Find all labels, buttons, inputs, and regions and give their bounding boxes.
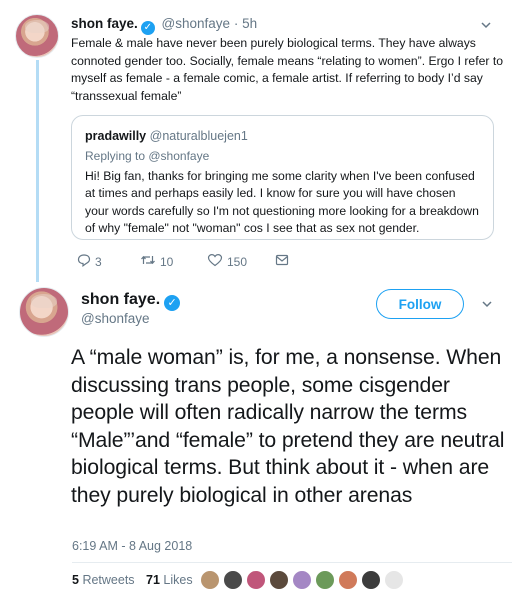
retweet-count: 5	[72, 573, 79, 587]
reply-icon	[77, 253, 91, 271]
timestamp[interactable]: 5h	[242, 16, 257, 31]
likes-label: Likes	[163, 573, 193, 587]
separator-dot: ·	[233, 16, 239, 31]
avatar[interactable]	[15, 14, 59, 58]
reply-button[interactable]: 3	[77, 253, 102, 271]
heart-icon	[207, 253, 223, 271]
likes-stat[interactable]: 71 Likes	[146, 573, 193, 587]
like-button[interactable]: 150	[207, 253, 247, 271]
retweet-icon	[140, 253, 156, 271]
display-name[interactable]: shon faye.	[81, 291, 160, 308]
handle[interactable]: @shonfaye	[81, 310, 150, 328]
liker-avatar[interactable]	[223, 570, 243, 590]
quoted-tweet-text: Hi! Big fan, thanks for bringing me some…	[85, 169, 479, 236]
tweet-timestamp[interactable]: 6:19 AM - 8 Aug 2018	[72, 538, 192, 554]
tweet-author: shon faye. ✓	[81, 290, 183, 311]
like-count: 71	[146, 573, 160, 587]
avatar[interactable]	[19, 287, 69, 337]
reply-count: 3	[95, 255, 102, 269]
liker-avatar[interactable]	[269, 570, 289, 590]
retweets-label: Retweets	[82, 573, 135, 587]
chevron-down-icon[interactable]	[479, 18, 493, 32]
liker-avatar[interactable]	[361, 570, 381, 590]
handle[interactable]: @shonfaye	[162, 16, 231, 31]
tweet-parent[interactable]: shon faye. ✓ @shonfaye · 5h Female & male…	[0, 0, 523, 284]
retweet-count: 10	[160, 255, 174, 269]
liker-avatar[interactable]	[292, 570, 312, 590]
follow-button[interactable]: Follow	[376, 289, 464, 319]
verified-badge-icon: ✓	[140, 21, 155, 35]
chevron-down-icon[interactable]	[480, 297, 494, 311]
liker-avatar[interactable]	[246, 570, 266, 590]
divider	[72, 562, 512, 563]
liker-avatar[interactable]	[200, 570, 220, 590]
like-count: 150	[227, 255, 248, 269]
replying-to-label: Replying to @shonfaye	[85, 149, 210, 163]
tweet-header: shon faye. ✓ @shonfaye · 5h	[71, 15, 257, 35]
envelope-icon	[275, 253, 289, 271]
quoted-tweet-header: pradawilly @naturalbluejen1	[85, 128, 481, 144]
tweet-text: A “male woman” is, for me, a nonsense. W…	[71, 346, 505, 507]
quoted-display-name: pradawilly	[85, 129, 147, 143]
retweets-stat[interactable]: 5 Retweets	[72, 573, 135, 587]
liker-avatar[interactable]	[384, 570, 404, 590]
retweet-button[interactable]: 10	[140, 253, 173, 271]
tweet-text: Female & male have never been purely bio…	[71, 36, 503, 103]
quoted-tweet[interactable]: pradawilly @naturalbluejen1 Replying to …	[71, 115, 494, 240]
engagement-stats: 5 Retweets 71 Likes	[72, 572, 193, 588]
direct-message-button[interactable]	[275, 253, 293, 271]
verified-badge-icon: ✓	[164, 295, 181, 311]
quoted-handle: @naturalbluejen1	[149, 129, 248, 143]
display-name[interactable]: shon faye.	[71, 16, 138, 31]
liker-avatar[interactable]	[338, 570, 358, 590]
liker-avatar[interactable]	[315, 570, 335, 590]
